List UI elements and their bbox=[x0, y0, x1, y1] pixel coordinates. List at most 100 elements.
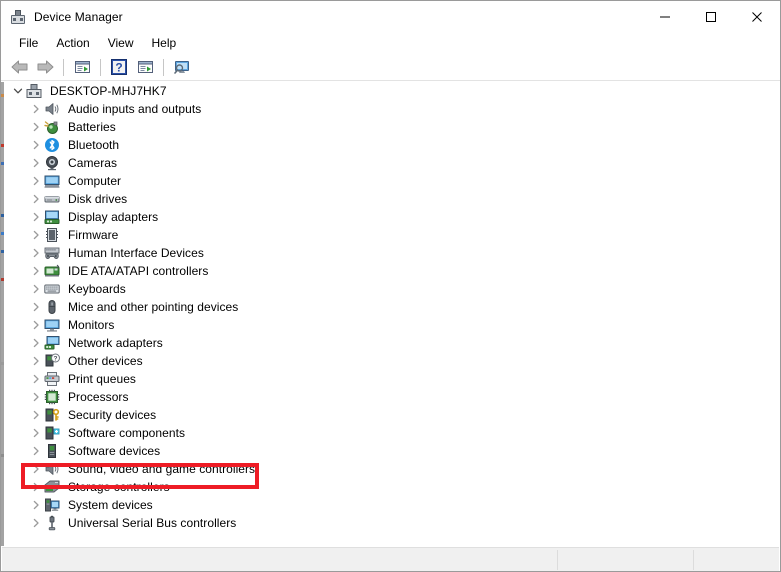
tree-row[interactable]: Cameras bbox=[2, 154, 779, 172]
tree-item-label: Batteries bbox=[68, 120, 116, 134]
left-edge-strip bbox=[1, 82, 4, 546]
tree-item-label: Software components bbox=[68, 426, 186, 440]
mouse-icon bbox=[44, 299, 60, 315]
back-button[interactable] bbox=[6, 55, 32, 79]
chevron-right-icon[interactable] bbox=[28, 388, 44, 406]
other-devices-icon: ? bbox=[44, 353, 60, 369]
chevron-right-icon[interactable] bbox=[28, 424, 44, 442]
tree-row[interactable]: Storage controllers bbox=[2, 478, 779, 496]
chevron-right-icon[interactable] bbox=[28, 208, 44, 226]
device-manager-icon bbox=[10, 9, 26, 25]
tree-item-label: Processors bbox=[68, 390, 129, 404]
tree-item-label: Computer bbox=[68, 174, 122, 188]
tree-row[interactable]: Firmware bbox=[2, 226, 779, 244]
tree-row[interactable]: Mice and other pointing devices bbox=[2, 298, 779, 316]
tree-item-label: Firmware bbox=[68, 228, 119, 242]
chevron-right-icon[interactable] bbox=[28, 136, 44, 154]
tree-row[interactable]: Bluetooth bbox=[2, 136, 779, 154]
chevron-right-icon[interactable] bbox=[28, 316, 44, 334]
toolbar-separator-2 bbox=[100, 58, 101, 76]
status-separator-1 bbox=[557, 550, 558, 570]
tree-row[interactable]: Universal Serial Bus controllers bbox=[2, 514, 779, 532]
tree-row[interactable]: Network adapters bbox=[2, 334, 779, 352]
close-button[interactable] bbox=[734, 1, 780, 32]
menu-help[interactable]: Help bbox=[143, 34, 186, 52]
properties-button[interactable] bbox=[69, 55, 95, 79]
tree-item-label: Bluetooth bbox=[68, 138, 120, 152]
device-tree[interactable]: DESKTOP-MHJ7HK7 Audio inputs and outputs… bbox=[2, 82, 779, 546]
usb-icon bbox=[44, 515, 60, 531]
minimize-button[interactable] bbox=[642, 1, 688, 32]
chevron-right-icon[interactable] bbox=[28, 262, 44, 280]
chevron-right-icon[interactable] bbox=[28, 280, 44, 298]
processor-chip-icon bbox=[44, 389, 60, 405]
chevron-right-icon[interactable] bbox=[28, 442, 44, 460]
help-button[interactable]: ? bbox=[106, 55, 132, 79]
chevron-right-icon[interactable] bbox=[28, 298, 44, 316]
tree-row[interactable]: Disk drives bbox=[2, 190, 779, 208]
maximize-button[interactable] bbox=[688, 1, 734, 32]
device-manager-window: Device Manager File Action View Help ? D… bbox=[0, 0, 781, 572]
tree-item-label: Human Interface Devices bbox=[68, 246, 204, 260]
tree-row[interactable]: Print queues bbox=[2, 370, 779, 388]
firmware-icon bbox=[44, 227, 60, 243]
tree-row[interactable]: Keyboards bbox=[2, 280, 779, 298]
tree-row[interactable]: Software devices bbox=[2, 442, 779, 460]
tree-row[interactable]: Computer bbox=[2, 172, 779, 190]
chevron-right-icon[interactable] bbox=[28, 478, 44, 496]
chevron-right-icon[interactable] bbox=[28, 352, 44, 370]
tree-row[interactable]: Software components bbox=[2, 424, 779, 442]
tree-item-label: Security devices bbox=[68, 408, 157, 422]
tree-row[interactable]: Human Interface Devices bbox=[2, 244, 779, 262]
tree-item-label: Other devices bbox=[68, 354, 143, 368]
chevron-down-icon[interactable] bbox=[10, 82, 26, 100]
tree-row[interactable]: Display adapters bbox=[2, 208, 779, 226]
tree-row-root[interactable]: DESKTOP-MHJ7HK7 bbox=[2, 82, 779, 100]
menu-action[interactable]: Action bbox=[47, 34, 98, 52]
disk-drive-icon bbox=[44, 191, 60, 207]
forward-button[interactable] bbox=[32, 55, 58, 79]
tree-row[interactable]: Audio inputs and outputs bbox=[2, 100, 779, 118]
scan-hardware-changes-button[interactable] bbox=[169, 55, 195, 79]
speaker-icon bbox=[44, 461, 60, 477]
tree-row[interactable]: System devices bbox=[2, 496, 779, 514]
chevron-right-icon[interactable] bbox=[28, 172, 44, 190]
tree-row[interactable]: ? Other devices bbox=[2, 352, 779, 370]
menu-view[interactable]: View bbox=[99, 34, 143, 52]
tree-row[interactable]: IDE ATA/ATAPI controllers bbox=[2, 262, 779, 280]
chevron-right-icon[interactable] bbox=[28, 514, 44, 532]
tree-item-label: Print queues bbox=[68, 372, 136, 386]
tree-row[interactable]: Batteries bbox=[2, 118, 779, 136]
camera-icon bbox=[44, 155, 60, 171]
update-driver-button[interactable] bbox=[132, 55, 158, 79]
tree-item-label: Cameras bbox=[68, 156, 118, 170]
tree-children: Audio inputs and outputs Batteries Bluetoo… bbox=[2, 100, 779, 532]
chevron-right-icon[interactable] bbox=[28, 154, 44, 172]
keyboard-icon bbox=[44, 281, 60, 297]
tree-item-label: Sound, video and game controllers bbox=[68, 462, 256, 476]
svg-text:?: ? bbox=[115, 61, 122, 75]
title-bar: Device Manager bbox=[1, 1, 780, 32]
chevron-right-icon[interactable] bbox=[28, 190, 44, 208]
tree-row[interactable]: Processors bbox=[2, 388, 779, 406]
tree-row[interactable]: Security devices bbox=[2, 406, 779, 424]
tree-row[interactable]: Monitors bbox=[2, 316, 779, 334]
chevron-right-icon[interactable] bbox=[28, 334, 44, 352]
battery-icon bbox=[44, 119, 60, 135]
tree-row[interactable]: Sound, video and game controllers bbox=[2, 460, 779, 478]
chevron-right-icon[interactable] bbox=[28, 244, 44, 262]
chevron-right-icon[interactable] bbox=[28, 118, 44, 136]
chevron-right-icon[interactable] bbox=[28, 226, 44, 244]
chevron-right-icon[interactable] bbox=[28, 496, 44, 514]
chevron-right-icon[interactable] bbox=[28, 406, 44, 424]
status-separator-2 bbox=[693, 550, 694, 570]
menu-file[interactable]: File bbox=[10, 34, 47, 52]
hid-gamepad-icon bbox=[44, 245, 60, 261]
tree-item-label: Audio inputs and outputs bbox=[68, 102, 202, 116]
chevron-right-icon[interactable] bbox=[28, 460, 44, 478]
bluetooth-icon bbox=[44, 137, 60, 153]
chevron-right-icon[interactable] bbox=[28, 100, 44, 118]
tree-root-label: DESKTOP-MHJ7HK7 bbox=[50, 84, 167, 98]
chevron-right-icon[interactable] bbox=[28, 370, 44, 388]
network-adapter-icon bbox=[44, 335, 60, 351]
